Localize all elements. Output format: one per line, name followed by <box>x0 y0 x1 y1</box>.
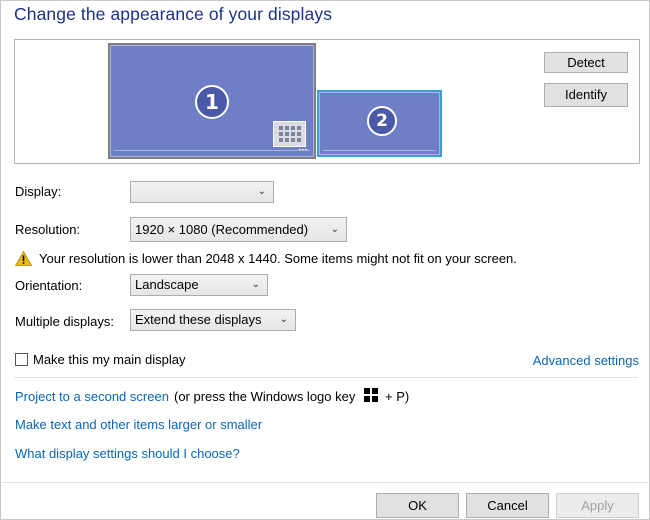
start-tiles-icon <box>273 121 306 147</box>
orientation-label: Orientation: <box>15 278 83 293</box>
warning-icon <box>15 251 32 266</box>
display-settings-window: Change the appearance of your displays 1… <box>0 0 650 520</box>
display-label: Display: <box>15 184 62 199</box>
multiple-displays-select[interactable]: Extend these displays ⌄ <box>130 309 296 331</box>
project-hint-keys: + P) <box>385 389 410 404</box>
text-size-link[interactable]: Make text and other items larger or smal… <box>15 417 262 432</box>
multiple-displays-select-value: Extend these displays <box>135 312 262 327</box>
resolution-warning-text: Your resolution is lower than 2048 x 144… <box>39 251 517 266</box>
chevron-down-icon: ⌄ <box>279 314 288 325</box>
resolution-select[interactable]: 1920 × 1080 (Recommended) ⌄ <box>130 217 347 242</box>
display-settings-help-link[interactable]: What display settings should I choose? <box>15 446 240 461</box>
ok-button[interactable]: OK <box>376 493 459 518</box>
main-display-label[interactable]: Make this my main display <box>33 352 185 367</box>
resolution-select-value: 1920 × 1080 (Recommended) <box>135 222 309 237</box>
monitor-2[interactable]: 2 <box>317 90 442 157</box>
orientation-select[interactable]: Landscape ⌄ <box>130 274 268 296</box>
chevron-down-icon: ⌄ <box>251 279 260 290</box>
monitor-1-taskbar <box>114 150 310 151</box>
taskbar-dots-icon: ••• <box>298 148 308 154</box>
apply-button[interactable]: Apply <box>556 493 639 518</box>
divider <box>14 377 638 378</box>
display-select[interactable]: ⌄ <box>130 181 274 203</box>
monitor-1-number: 1 <box>195 85 229 119</box>
windows-logo-icon <box>364 388 378 402</box>
chevron-down-icon: ⌄ <box>330 224 339 235</box>
monitor-2-taskbar <box>323 150 436 151</box>
cancel-button[interactable]: Cancel <box>466 493 549 518</box>
orientation-select-value: Landscape <box>135 277 199 292</box>
resolution-label: Resolution: <box>15 222 81 237</box>
advanced-settings-link[interactable]: Advanced settings <box>533 353 639 368</box>
page-title: Change the appearance of your displays <box>14 4 333 24</box>
monitor-1[interactable]: 1 ••• <box>108 43 316 159</box>
chevron-down-icon: ⌄ <box>257 186 266 197</box>
project-second-screen-link[interactable]: Project to a second screen <box>15 389 169 404</box>
main-display-checkbox[interactable] <box>15 353 28 366</box>
project-hint-text: (or press the Windows logo key <box>174 389 356 404</box>
footer-divider <box>2 482 648 483</box>
monitor-arrangement-panel: 1 ••• 2 Detect Identify <box>14 39 640 164</box>
detect-button[interactable]: Detect <box>544 52 628 73</box>
monitor-2-number: 2 <box>367 106 397 136</box>
multiple-displays-label: Multiple displays: <box>15 314 114 329</box>
identify-button[interactable]: Identify <box>544 83 628 107</box>
